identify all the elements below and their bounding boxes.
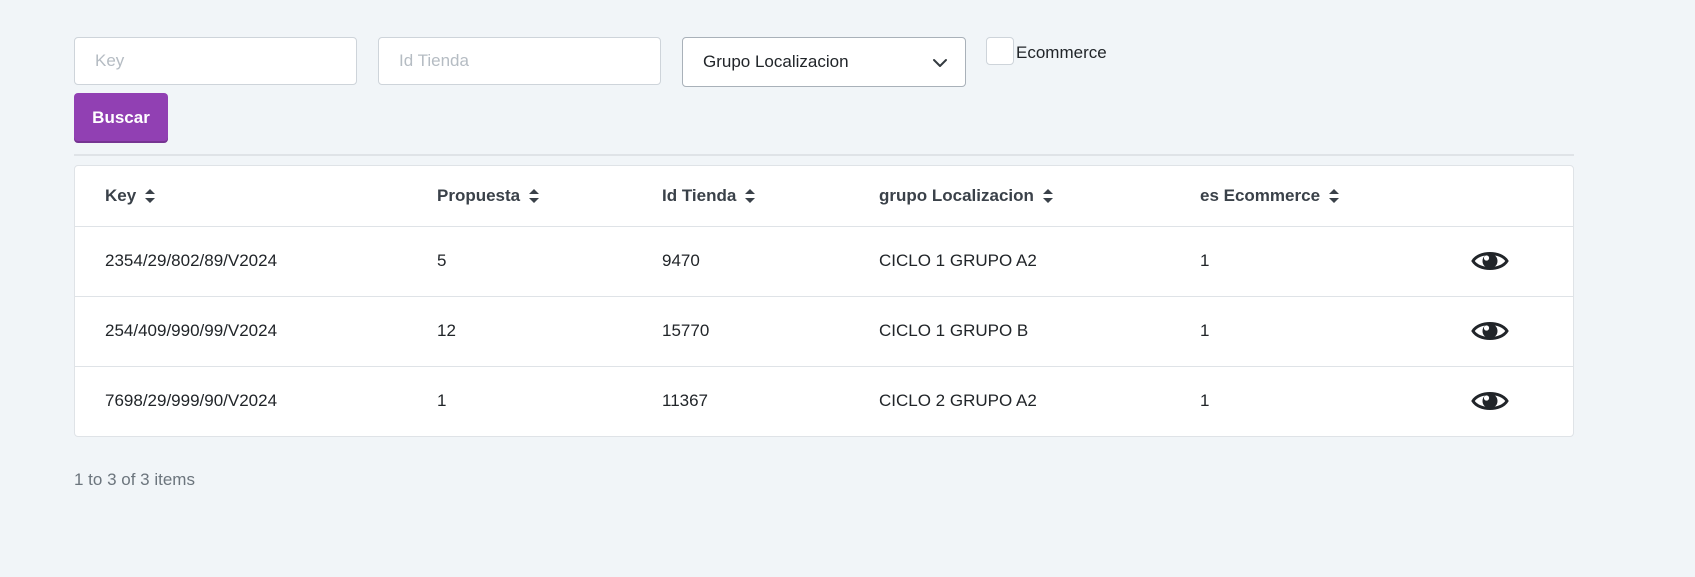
cell-propuesta: 1	[437, 391, 447, 411]
id-tienda-input[interactable]	[378, 37, 661, 85]
cell-id-tienda: 15770	[662, 321, 710, 340]
cell-actions	[1471, 366, 1573, 436]
column-header-id-tienda[interactable]: Id Tienda	[662, 166, 879, 226]
table-row: 7698/29/999/90/V2024 1 11367 CICLO 2 GRU…	[75, 366, 1573, 436]
eye-icon[interactable]	[1471, 318, 1509, 344]
divider	[74, 154, 1574, 156]
pagination-summary: 1 to 3 of 3 items	[74, 470, 195, 489]
cell-propuesta: 5	[437, 251, 447, 270]
eye-icon[interactable]	[1471, 388, 1509, 414]
cell-grupo-localizacion: CICLO 2 GRUPO A2	[879, 391, 1037, 411]
column-header-key[interactable]: Key	[75, 166, 437, 226]
table-header-row: Key Propuesta Id Tienda grupo Localizaci…	[75, 166, 1573, 226]
ecommerce-checkbox-group[interactable]: Ecommerce	[986, 37, 1107, 65]
results-table: Key Propuesta Id Tienda grupo Localizaci…	[75, 166, 1573, 436]
column-header-propuesta[interactable]: Propuesta	[437, 166, 662, 226]
search-button[interactable]: Buscar	[74, 93, 168, 143]
eye-icon[interactable]	[1471, 248, 1509, 274]
cell-actions	[1471, 296, 1573, 366]
sort-icon	[145, 189, 156, 204]
sort-icon	[1329, 189, 1340, 204]
grupo-localizacion-select[interactable]: Grupo Localizacion	[682, 37, 966, 87]
cell-grupo-localizacion: CICLO 1 GRUPO B	[879, 321, 1029, 340]
column-header-es-ecommerce[interactable]: es Ecommerce	[1200, 166, 1471, 226]
grupo-localizacion-select-value: Grupo Localizacion	[703, 52, 849, 71]
cell-es-ecommerce: 1	[1200, 321, 1210, 340]
ecommerce-label: Ecommerce	[1016, 43, 1107, 62]
cell-key: 254/409/990/99/V2024	[105, 321, 278, 340]
column-header-actions	[1471, 166, 1573, 226]
sort-icon	[529, 189, 540, 204]
cell-es-ecommerce: 1	[1200, 251, 1210, 270]
key-input[interactable]	[74, 37, 357, 85]
table-row: 254/409/990/99/V2024 12 15770 CICLO 1 GR…	[75, 296, 1573, 366]
cell-actions	[1471, 226, 1573, 296]
cell-es-ecommerce: 1	[1200, 391, 1210, 411]
cell-key: 2354/29/802/89/V2024	[105, 251, 278, 270]
sort-icon	[745, 189, 756, 204]
cell-id-tienda: 9470	[662, 251, 700, 270]
cell-id-tienda: 11367	[662, 391, 709, 411]
ecommerce-checkbox[interactable]	[986, 37, 1014, 65]
column-header-grupo-localizacion[interactable]: grupo Localizacion	[879, 166, 1200, 226]
table-row: 2354/29/802/89/V2024 5 9470 CICLO 1 GRUP…	[75, 226, 1573, 296]
cell-propuesta: 12	[437, 321, 456, 340]
cell-grupo-localizacion: CICLO 1 GRUPO A2	[879, 251, 1037, 270]
chevron-down-icon	[933, 59, 947, 67]
sort-icon	[1042, 189, 1053, 204]
results-table-card: Key Propuesta Id Tienda grupo Localizaci…	[74, 165, 1574, 437]
cell-key: 7698/29/999/90/V2024	[105, 391, 278, 411]
